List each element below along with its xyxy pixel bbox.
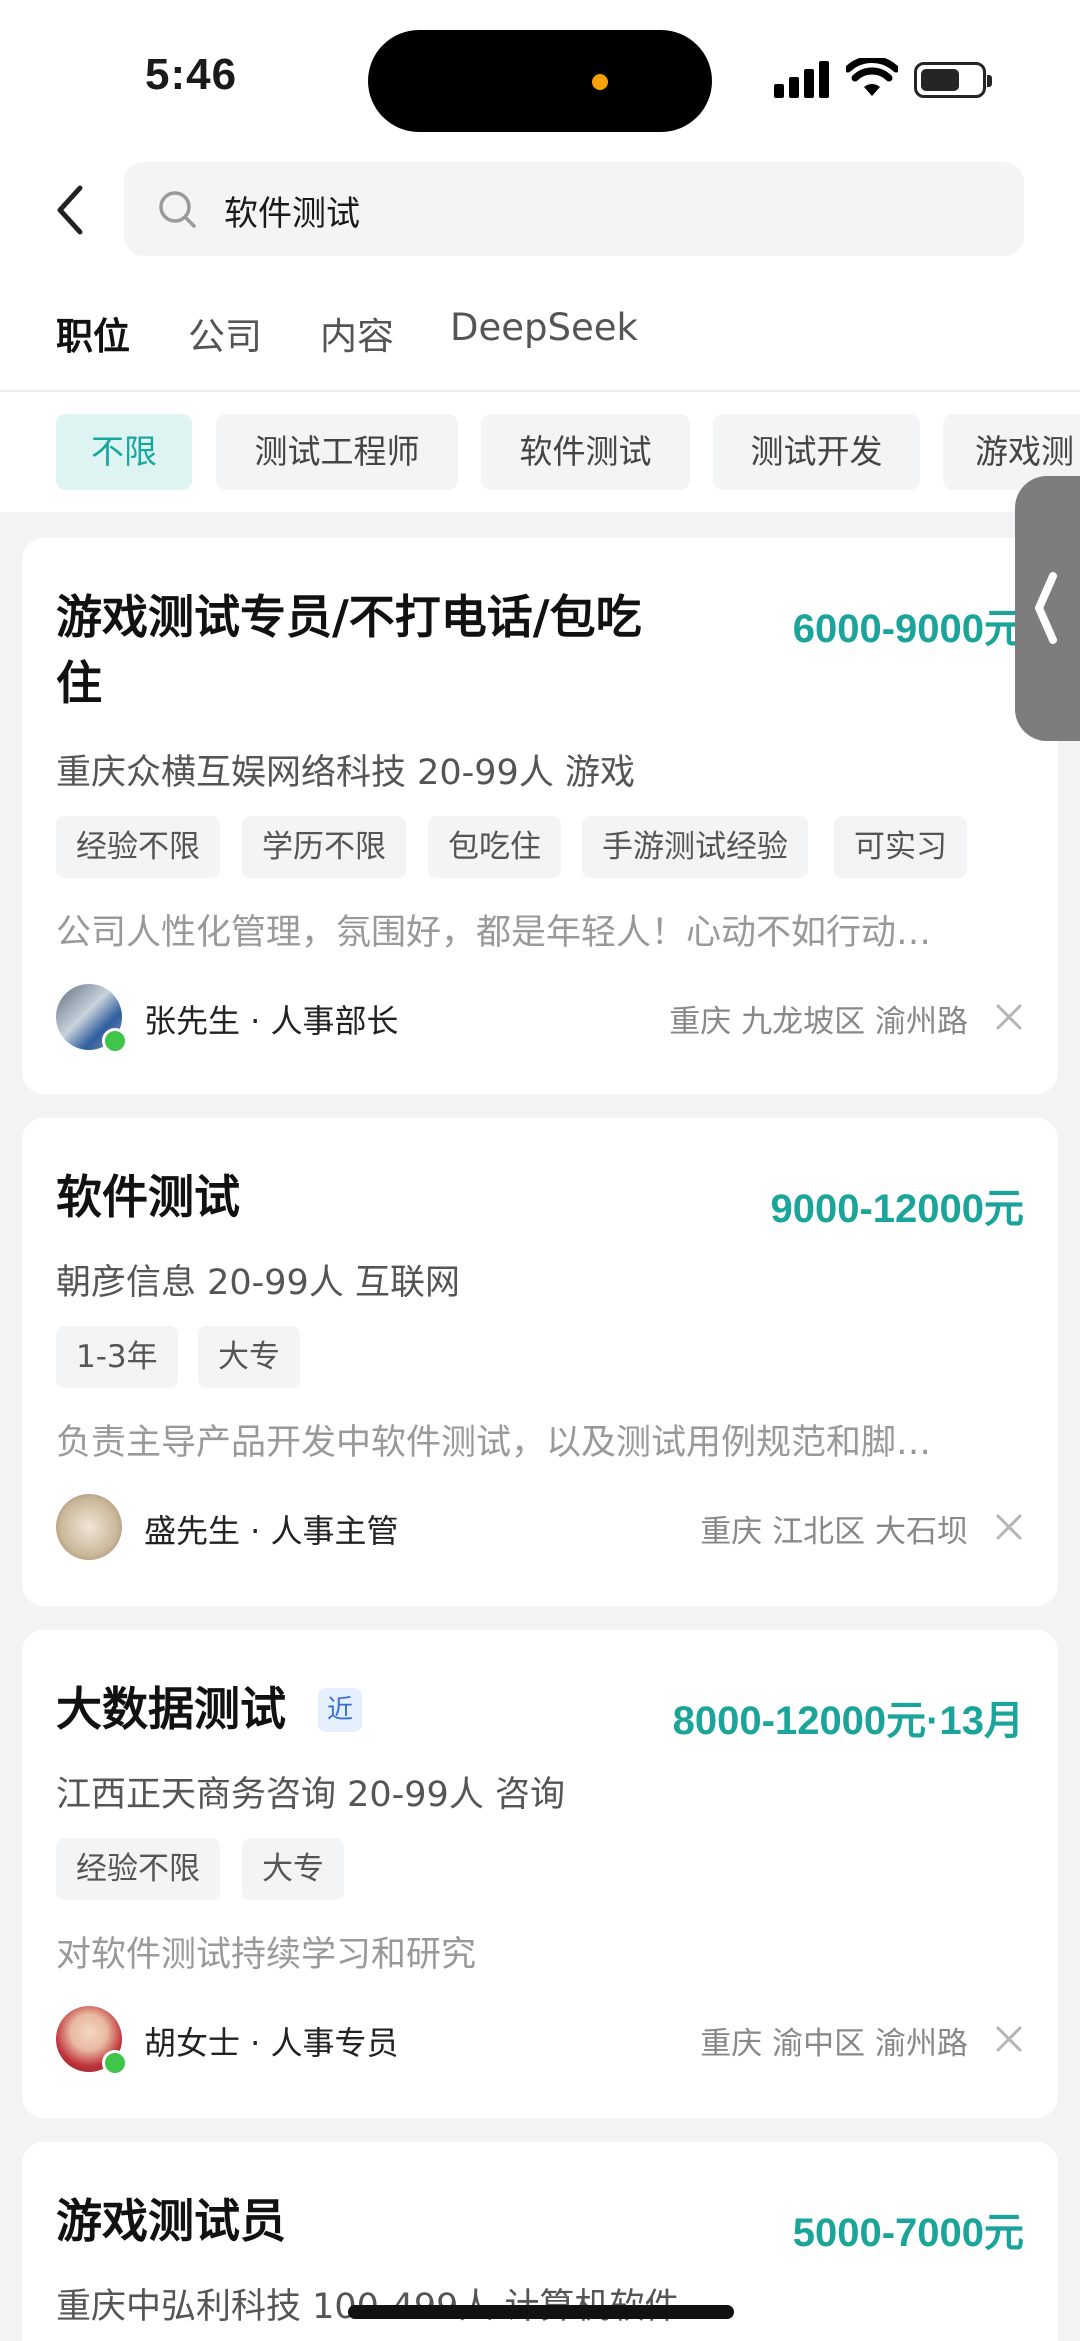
job-salary: 5000-7000元 (792, 2211, 1024, 2255)
job-tag: 1-3年 (56, 1326, 178, 1388)
job-tag: 可实习 (834, 816, 967, 878)
tab-content[interactable]: 内容 (320, 306, 394, 360)
job-title: 游戏测试员 (56, 2194, 286, 2248)
recruiter-name: 胡女士 · 人事专员 (144, 2024, 399, 2062)
job-description: 对软件测试持续学习和研究 (56, 1935, 477, 1975)
filter-chip-software-testing[interactable]: 软件测试 (481, 414, 690, 490)
job-location: 重庆 江北区 大石坝 (700, 1514, 968, 1550)
search-input[interactable]: 软件测试 (124, 162, 1024, 256)
status-time: 5:46 (145, 50, 238, 99)
filter-chip-test-development[interactable]: 测试开发 (713, 414, 920, 490)
job-location: 重庆 渝中区 渝州路 (700, 2026, 968, 2062)
battery-icon (914, 62, 992, 98)
header-area: 5:46 软件测试 职位 公司 内容 DeepSeek (0, 0, 1080, 390)
job-title: 软件测试 (56, 1170, 240, 1224)
job-salary: 9000-12000元 (770, 1187, 1024, 1231)
job-location: 重庆 九龙坡区 渝州路 (669, 1004, 968, 1040)
close-icon[interactable] (994, 1512, 1024, 1542)
job-tag: 经验不限 (56, 816, 220, 878)
job-card[interactable]: 软件测试 9000-12000元 朝彦信息 20-99人 互联网 1-3年 大专… (22, 1118, 1058, 1606)
job-title-line2: 住 (56, 656, 102, 710)
job-card[interactable]: 大数据测试 近 8000-12000元·13月 江西正天商务咨询 20-99人 … (22, 1630, 1058, 2118)
back-arrow-icon[interactable] (50, 180, 90, 240)
job-card[interactable]: 游戏测试专员/不打电话/包吃 住 6000-9000元 重庆众横互娱网络科技 2… (22, 538, 1058, 1094)
job-salary: 8000-12000元·13月 (672, 1699, 1024, 1743)
job-tag: 包吃住 (428, 816, 561, 878)
company-info: 江西正天商务咨询 20-99人 咨询 (56, 1775, 565, 1815)
job-salary: 6000-9000元 (792, 607, 1024, 651)
search-query-text: 软件测试 (224, 194, 360, 234)
recruiter-name: 盛先生 · 人事主管 (144, 1512, 399, 1550)
filter-chip-test-engineer[interactable]: 测试工程师 (216, 414, 458, 490)
recent-badge: 近 (318, 1688, 362, 1732)
close-icon[interactable] (994, 2024, 1024, 2054)
wifi-icon (846, 58, 898, 96)
dynamic-island (368, 30, 712, 132)
job-tag: 手游测试经验 (582, 816, 808, 878)
recruiter-avatar (56, 984, 128, 1054)
filter-chip-unlimited[interactable]: 不限 (56, 414, 192, 490)
company-info: 朝彦信息 20-99人 互联网 (56, 1263, 460, 1303)
job-description: 公司人性化管理，氛围好，都是年轻人！心动不如行动… (56, 913, 932, 953)
job-title-line1: 游戏测试专员/不打电话/包吃 (56, 590, 642, 644)
company-info: 重庆中弘利科技 100-499人 计算机软件 (56, 2287, 680, 2327)
cellular-signal-icon (774, 60, 830, 98)
home-indicator[interactable] (348, 2305, 734, 2319)
job-tag: 大专 (242, 1838, 344, 1900)
recruiter-avatar (56, 2006, 128, 2076)
online-status-dot (102, 1028, 128, 1054)
tab-companies[interactable]: 公司 (188, 306, 262, 360)
online-status-dot (102, 2050, 128, 2076)
chevron-left-icon (1035, 572, 1057, 644)
side-panel-handle[interactable] (1015, 476, 1080, 741)
close-icon[interactable] (994, 1002, 1024, 1032)
tab-jobs[interactable]: 职位 (56, 306, 130, 360)
search-icon (159, 191, 196, 228)
company-info: 重庆众横互娱网络科技 20-99人 游戏 (56, 753, 635, 793)
recruiter-avatar (56, 1494, 122, 1560)
job-title: 大数据测试 (56, 1682, 286, 1736)
recruiter-name: 张先生 · 人事部长 (144, 1002, 399, 1040)
filter-chip-bar: 不限 测试工程师 软件测试 测试开发 游戏测 (0, 390, 1080, 512)
job-tag: 经验不限 (56, 1838, 220, 1900)
tab-deepseek[interactable]: DeepSeek (450, 306, 638, 349)
job-tag: 学历不限 (242, 816, 406, 878)
job-description: 负责主导产品开发中软件测试，以及测试用例规范和脚… (56, 1423, 932, 1463)
job-tag: 大专 (198, 1326, 300, 1388)
privacy-indicator-dot (592, 74, 608, 90)
